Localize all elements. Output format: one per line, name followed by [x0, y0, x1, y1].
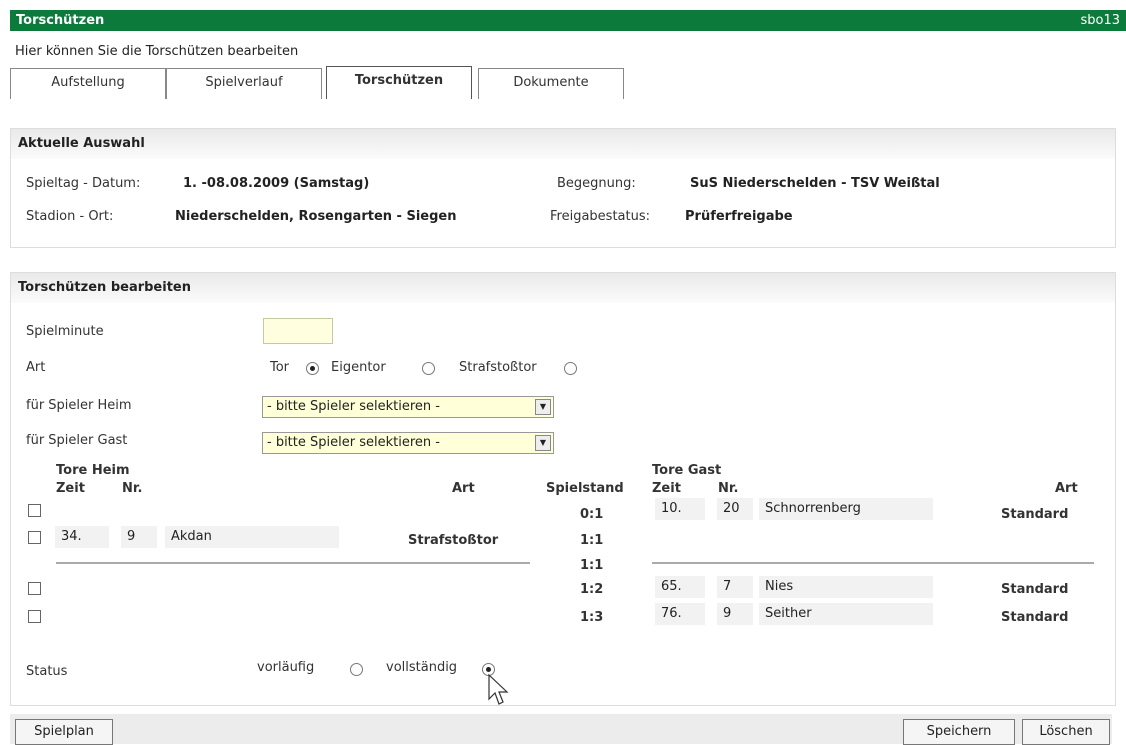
row-1-heim-name: Akdan — [165, 526, 339, 548]
row-0-score: 0:1 — [580, 507, 604, 522]
row-0-checkbox[interactable] — [28, 504, 41, 517]
art-option-strafstoss-label: Strafstoßtor — [459, 360, 537, 375]
row-0-gast-zeit: 10. — [655, 498, 705, 520]
status-vorlaeufig-label: vorläufig — [257, 660, 315, 675]
freigabe-value: Prüferfreigabe — [685, 209, 793, 224]
delete-button[interactable]: Löschen — [1022, 719, 1110, 745]
row-4-gast-name: Seither — [759, 603, 933, 625]
heim-label: für Spieler Heim — [26, 398, 132, 413]
heim-player-select-value: - bitte Spieler selektieren - — [267, 399, 440, 414]
status-vorlaeufig-radio[interactable] — [350, 663, 363, 676]
selection-heading: Aktuelle Auswahl — [11, 129, 1115, 159]
art-option-strafstoss-radio[interactable] — [564, 362, 577, 375]
row-4-gast-art: Standard — [1001, 610, 1069, 625]
row-1-heim-zeit: 34. — [55, 526, 109, 548]
chevron-down-icon: ▼ — [535, 399, 551, 415]
row-0-gast-nr: 20 — [717, 498, 753, 520]
heim-col-zeit: Zeit — [56, 481, 85, 496]
art-option-eigentor-label: Eigentor — [331, 360, 386, 375]
title-bar: Torschützen sbo13 — [10, 10, 1126, 31]
art-option-eigentor-radio[interactable] — [422, 362, 435, 375]
row-4-gast-zeit: 76. — [655, 603, 705, 625]
tab-torschuetzen[interactable]: Torschützen — [326, 66, 472, 99]
row-3-checkbox[interactable] — [28, 582, 41, 595]
window-code: sbo13 — [1080, 13, 1120, 28]
spieltag-value: 1. -08.08.2009 (Samstag) — [183, 176, 370, 191]
status-label: Status — [26, 664, 68, 679]
freigabe-label: Freigabestatus: — [550, 209, 650, 224]
gast-separator — [652, 562, 1094, 564]
row-4-gast-nr: 9 — [717, 603, 753, 625]
begegnung-value: SuS Niederschelden - TSV Weißtal — [690, 176, 940, 191]
minute-label: Spielminute — [26, 324, 104, 339]
mouse-cursor-icon — [488, 673, 509, 705]
row-1-heim-art: Strafstoßtor — [408, 533, 499, 548]
tab-aufstellung[interactable]: Aufstellung — [10, 68, 166, 99]
row-3-gast-zeit: 65. — [655, 576, 705, 598]
row-0-gast-art: Standard — [1001, 507, 1069, 522]
status-vollstaendig-label: vollständig — [386, 660, 458, 675]
row-3-gast-name: Nies — [759, 576, 933, 598]
spieltag-label: Spieltag - Datum: — [26, 176, 141, 191]
edit-heading: Torschützen bearbeiten — [11, 273, 1115, 303]
gast-heading: Tore Gast — [652, 463, 722, 478]
stadion-label: Stadion - Ort: — [26, 209, 114, 224]
row-4-score: 1:3 — [580, 610, 604, 625]
stadion-value: Niederschelden, Rosengarten - Siegen — [175, 209, 457, 224]
heim-separator — [56, 562, 530, 564]
heim-col-art: Art — [452, 481, 475, 496]
heim-player-select[interactable]: - bitte Spieler selektieren - ▼ — [262, 396, 554, 418]
gast-player-select-value: - bitte Spieler selektieren - — [267, 435, 440, 450]
gast-player-select[interactable]: - bitte Spieler selektieren - ▼ — [262, 432, 554, 454]
window-title: Torschützen — [16, 13, 105, 28]
spielstand-col: Spielstand — [546, 481, 624, 496]
row-4-checkbox[interactable] — [28, 610, 41, 623]
art-option-tor-radio[interactable] — [306, 362, 319, 375]
heim-heading: Tore Heim — [56, 463, 130, 478]
spielplan-button[interactable]: Spielplan — [15, 719, 113, 745]
gast-col-zeit: Zeit — [652, 481, 681, 496]
gast-col-art: Art — [1055, 481, 1078, 496]
row-1-score: 1:1 — [580, 533, 604, 548]
gast-col-nr: Nr. — [718, 481, 739, 496]
gast-label: für Spieler Gast — [26, 433, 128, 448]
minute-input[interactable] — [263, 318, 333, 344]
tab-dokumente[interactable]: Dokumente — [478, 68, 624, 99]
row-0-gast-name: Schnorrenberg — [759, 498, 933, 520]
save-button[interactable]: Speichern — [903, 719, 1015, 745]
chevron-down-icon: ▼ — [535, 435, 551, 451]
art-option-tor-label: Tor — [270, 360, 290, 375]
begegnung-label: Begegnung: — [557, 176, 636, 191]
row-3-score: 1:2 — [580, 582, 604, 597]
row-3-gast-nr: 7 — [717, 576, 753, 598]
row-1-checkbox[interactable] — [28, 531, 41, 544]
heim-col-nr: Nr. — [122, 481, 143, 496]
row-3-gast-art: Standard — [1001, 582, 1069, 597]
page-subtitle: Hier können Sie die Torschützen bearbeit… — [15, 44, 299, 59]
art-label: Art — [26, 360, 46, 375]
tab-spielverlauf[interactable]: Spielverlauf — [166, 68, 322, 99]
row-2-score: 1:1 — [580, 558, 604, 573]
row-1-heim-nr: 9 — [121, 526, 157, 548]
